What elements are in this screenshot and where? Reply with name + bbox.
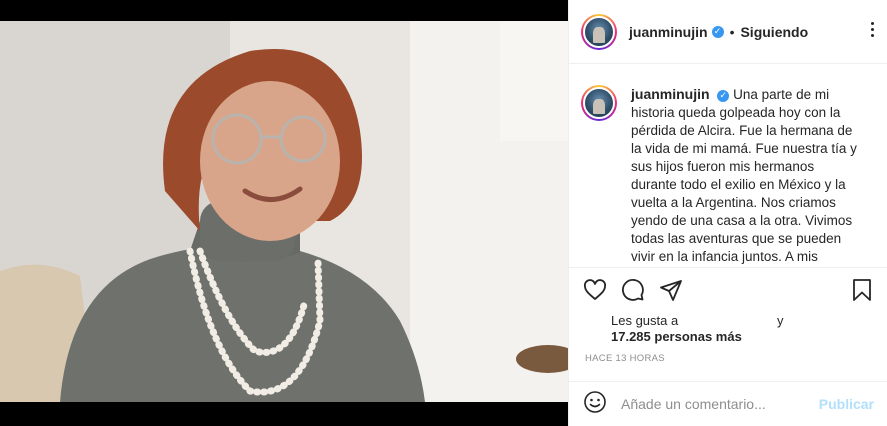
likes-count-link[interactable]: 17.285 personas más (611, 329, 742, 344)
post-actions: Les gusta a y 17.285 personas más HACE 1… (569, 267, 887, 381)
caption-avatar[interactable] (581, 85, 617, 121)
share-icon[interactable] (659, 278, 683, 302)
post-header: juanminujin ✓ • Siguiendo (569, 0, 887, 64)
avatar[interactable] (581, 13, 617, 50)
post-media[interactable] (0, 0, 568, 426)
caption-verified-badge-icon: ✓ (717, 90, 730, 102)
username-link[interactable]: juanminujin (629, 24, 708, 40)
comment-icon[interactable] (621, 278, 645, 302)
comment-input[interactable] (621, 396, 811, 412)
publish-button[interactable]: Publicar (819, 396, 874, 412)
post-side-panel: juanminujin ✓ • Siguiendo juanminujin ✓ … (568, 0, 887, 426)
caption-text: Una parte de mi historia queda golpeada … (631, 87, 857, 264)
likes-conjunction: y (777, 313, 784, 328)
more-options-icon[interactable] (871, 22, 874, 37)
post-photo[interactable] (0, 21, 568, 402)
separator-dot: • (729, 23, 735, 40)
comment-bar: Publicar (569, 381, 887, 426)
caption-section: juanminujin ✓ Una parte de mi historia q… (569, 65, 887, 267)
likes-prefix: Les gusta a (611, 313, 679, 328)
emoji-icon[interactable] (583, 390, 607, 419)
bookmark-icon[interactable] (850, 278, 874, 302)
action-icons (583, 278, 683, 302)
heart-icon[interactable] (583, 278, 607, 302)
post-caption: juanminujin ✓ Una parte de mi historia q… (631, 85, 863, 267)
post-timestamp[interactable]: HACE 13 HORAS (585, 353, 665, 364)
portrait-illustration (0, 21, 568, 402)
caption-username-link[interactable]: juanminujin (631, 86, 710, 102)
following-button[interactable]: Siguiendo (740, 24, 808, 40)
verified-badge-icon: ✓ (711, 25, 724, 38)
